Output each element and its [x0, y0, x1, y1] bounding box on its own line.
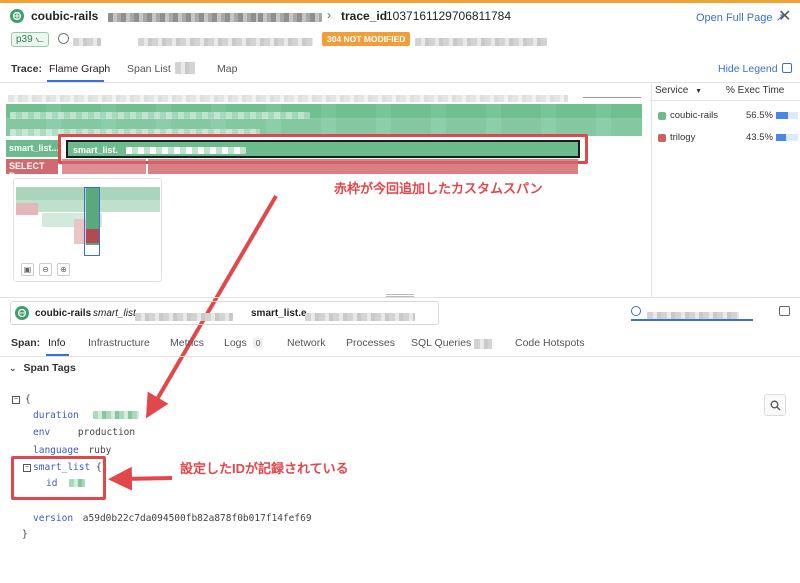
logs-count-badge: 0: [252, 338, 264, 348]
tab-network[interactable]: Network: [287, 337, 326, 349]
span-tabs-label: Span:: [11, 337, 41, 349]
tag-key: smart_list: [33, 462, 91, 473]
expand-panel-icon[interactable]: [779, 306, 790, 316]
span-resource-name: smart_list.: [93, 308, 139, 319]
json-open-brace: {: [25, 394, 31, 405]
annotation-id-recorded: 設定したIDが記録されている: [180, 461, 349, 476]
collapse-smart-list-icon[interactable]: −: [23, 464, 31, 472]
clock-icon: [631, 306, 641, 316]
span-service-name: coubic-rails: [35, 308, 92, 319]
tag-value: ruby: [88, 445, 112, 456]
annotation-custom-span: 赤枠が今回追加したカスタムスパン: [334, 181, 543, 196]
tag-id[interactable]: id: [46, 478, 86, 489]
tab-info[interactable]: Info: [48, 337, 66, 349]
span-operation-name: smart_list.e: [251, 308, 307, 319]
redacted-id-value: [69, 479, 86, 487]
arrow-to-id-tag: [108, 466, 173, 491]
tag-smart-list[interactable]: smart_list {: [33, 462, 102, 473]
tag-duration[interactable]: duration: [33, 410, 139, 421]
redacted-duration-value: [92, 411, 139, 419]
tag-key: version: [33, 513, 74, 524]
tab-processes[interactable]: Processes: [346, 337, 395, 349]
tag-value: a59d0b22c7da094500fb82a878f0b017f14fef69: [82, 513, 312, 524]
collapse-root-icon[interactable]: −: [12, 396, 20, 404]
redacted-operation: [305, 310, 415, 324]
chevron-down-icon: ⌄: [9, 363, 17, 373]
tag-value: production: [77, 427, 136, 438]
tag-language[interactable]: language ruby: [33, 445, 111, 456]
tag-brace: {: [95, 462, 102, 473]
panel-divider: [0, 297, 800, 298]
duration-bar: [631, 319, 753, 321]
tag-version[interactable]: version a59d0b22c7da094500fb82a878f0b017…: [33, 513, 312, 524]
tag-key: duration: [33, 410, 79, 421]
tab-sql-queries[interactable]: SQL Queries: [411, 337, 471, 349]
tab-metrics[interactable]: Metrics: [170, 337, 204, 349]
annotation-arrows: [108, 194, 278, 491]
tab-infrastructure[interactable]: Infrastructure: [88, 337, 150, 349]
redacted-resource: [135, 310, 233, 324]
tag-key: env: [33, 427, 51, 438]
search-icon: [770, 400, 780, 410]
tab-logs-label: Logs: [224, 337, 247, 349]
search-tags-button[interactable]: [764, 394, 786, 416]
redacted-sql-count: [474, 338, 492, 352]
tab-code-hotspots[interactable]: Code Hotspots: [515, 337, 584, 349]
span-tags-section-toggle[interactable]: ⌄ Span Tags: [9, 362, 76, 374]
tag-key: id: [46, 478, 58, 489]
span-tags-title: Span Tags: [23, 362, 76, 374]
service-logo-icon: [15, 306, 29, 320]
json-close-brace: }: [22, 529, 28, 540]
span-selector[interactable]: coubic-rails smart_list. smart_list.e: [10, 301, 439, 325]
span-tabs-divider: [0, 356, 800, 357]
tag-env[interactable]: env production: [33, 427, 135, 438]
tab-logs[interactable]: Logs 0: [224, 337, 264, 349]
tag-key: language: [33, 445, 79, 456]
